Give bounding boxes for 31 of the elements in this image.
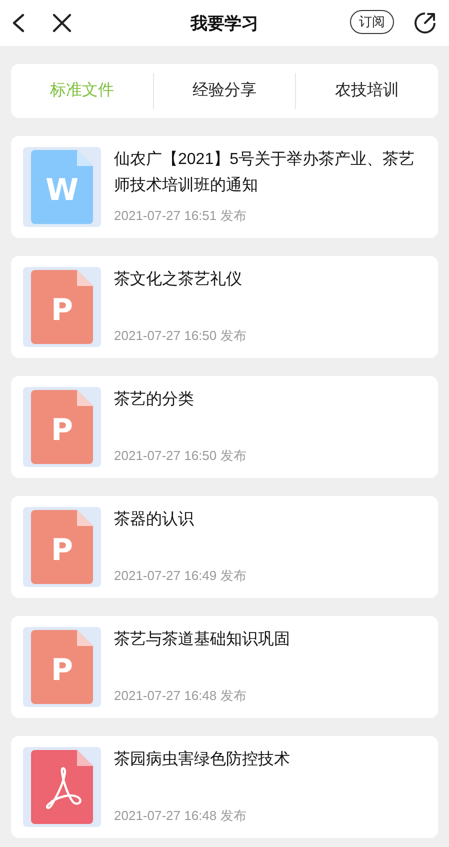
document-title: 茶器的认识 — [114, 510, 195, 530]
file-icon — [23, 747, 101, 827]
document-card[interactable]: 茶园病虫害绿色防控技术 2021-07-27 16:48 发布 — [11, 736, 438, 838]
document-title: 茶艺的分类 — [114, 390, 195, 410]
file-icon: W — [23, 147, 101, 227]
back-icon[interactable] — [11, 13, 25, 33]
document-card[interactable]: P 茶艺与茶道基础知识巩固 2021-07-27 16:48 发布 — [11, 616, 438, 718]
subscribe-button[interactable]: 订阅 — [350, 10, 394, 34]
publish-date: 2021-07-27 16:51 发布 — [114, 206, 248, 224]
page-title: 我要学习 — [189, 13, 260, 35]
document-title: 茶艺与茶道基础知识巩固 — [114, 630, 291, 650]
file-icon: P — [23, 267, 101, 347]
publish-date: 2021-07-27 16:49 发布 — [114, 566, 248, 584]
publish-date: 2021-07-27 16:48 发布 — [114, 806, 248, 824]
document-card[interactable]: W 仙农广【2021】5号关于举办茶产业、茶艺师技术培训班的通知 2021-07-27 16:51 发布 — [11, 136, 438, 238]
tab[interactable]: 农技培训 — [296, 79, 438, 103]
file-icon: P — [23, 387, 101, 467]
document-title: 茶文化之茶艺礼仪 — [114, 270, 243, 290]
file-icon: P — [23, 627, 101, 707]
publish-date: 2021-07-27 16:50 发布 — [114, 446, 248, 464]
document-title: 仙农广【2021】5号关于举办茶产业、茶艺师技术培训班的通知 — [114, 150, 416, 196]
publish-date: 2021-07-27 16:48 发布 — [114, 686, 248, 704]
share-icon[interactable] — [413, 11, 437, 35]
document-title: 茶园病虫害绿色防控技术 — [114, 750, 291, 770]
document-card[interactable]: P 茶器的认识 2021-07-27 16:49 发布 — [11, 496, 438, 598]
tab[interactable]: 经验分享 — [154, 79, 296, 103]
document-card[interactable]: P 茶文化之茶艺礼仪 2021-07-27 16:50 发布 — [11, 256, 438, 358]
close-icon[interactable] — [52, 13, 72, 33]
publish-date: 2021-07-27 16:50 发布 — [114, 326, 248, 344]
file-icon: P — [23, 507, 101, 587]
document-card[interactable]: P 茶艺的分类 2021-07-27 16:50 发布 — [11, 376, 438, 478]
